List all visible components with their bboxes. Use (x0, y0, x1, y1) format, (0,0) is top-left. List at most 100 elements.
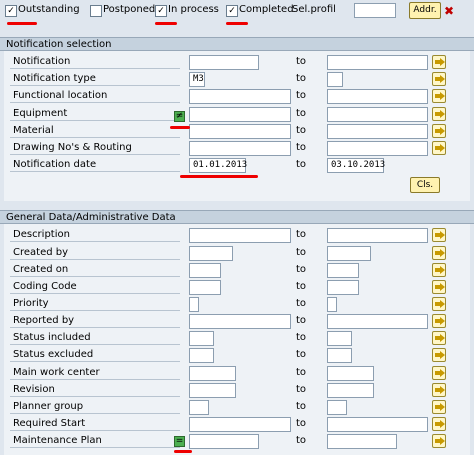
highlight-mark (180, 175, 258, 178)
to-label: to (296, 384, 307, 395)
drawing-no-s-routing-from-field[interactable] (189, 141, 291, 156)
multiple-selection-arrow-icon[interactable] (432, 417, 446, 431)
description-to-field[interactable] (327, 228, 428, 243)
gd-label-revision: Revision (10, 383, 180, 397)
ns-label-material: Material (10, 124, 180, 138)
multiple-selection-arrow-icon[interactable] (432, 280, 446, 294)
functional-location-to-field[interactable] (327, 89, 428, 104)
priority-to-field[interactable] (327, 297, 337, 312)
planner-group-from-field[interactable] (189, 400, 209, 415)
postponed-checkbox[interactable] (90, 5, 102, 17)
gd-label-main-work-center: Main work center (10, 366, 180, 380)
to-label: to (296, 56, 307, 67)
coding-code-from-field[interactable] (189, 280, 221, 295)
gd-label-maintenance-plan: Maintenance Plan (10, 434, 180, 448)
in-process-checkbox[interactable]: ✓ (155, 5, 167, 17)
section-title-notification-selection: Notification selection (0, 37, 474, 51)
created-by-from-field[interactable] (189, 246, 233, 261)
addr-button[interactable]: Addr. (409, 2, 441, 19)
multiple-selection-arrow-icon[interactable] (432, 89, 446, 103)
close-icon[interactable]: ✖ (444, 5, 454, 17)
reported-by-to-field[interactable] (327, 314, 428, 329)
drawing-no-s-routing-to-field[interactable] (327, 141, 428, 156)
equipment-from-field[interactable] (189, 107, 291, 122)
multiple-selection-arrow-icon[interactable] (432, 383, 446, 397)
required-start-to-field[interactable] (327, 417, 428, 432)
multiple-selection-arrow-icon[interactable] (432, 55, 446, 69)
material-from-field[interactable] (189, 124, 291, 139)
to-label: to (296, 332, 307, 343)
notification-date-from-field[interactable]: 01.01.2013 (189, 158, 247, 173)
notification-date-to-field[interactable]: 03.10.2013 (327, 158, 385, 173)
coding-code-to-field[interactable] (327, 280, 359, 295)
gd-label-reported-by: Reported by (10, 314, 180, 328)
priority-from-field[interactable] (189, 297, 199, 312)
to-label: to (296, 315, 307, 326)
status-included-from-field[interactable] (189, 331, 214, 346)
main-work-center-from-field[interactable] (189, 366, 236, 381)
selection-toolbar: ✓ Outstanding Postponed ✓ In process ✓ C… (0, 0, 474, 22)
multiple-selection-arrow-icon[interactable] (432, 141, 446, 155)
gd-label-required-start: Required Start (10, 417, 180, 431)
revision-from-field[interactable] (189, 383, 236, 398)
multiple-selection-arrow-icon[interactable] (432, 124, 446, 138)
multiple-selection-arrow-icon[interactable] (432, 297, 446, 311)
multiple-selection-arrow-icon[interactable] (432, 228, 446, 242)
notification-type-to-field[interactable] (327, 72, 343, 87)
gd-label-created-on: Created on (10, 263, 180, 277)
to-label: to (296, 264, 307, 275)
reported-by-from-field[interactable] (189, 314, 291, 329)
multiple-selection-icon[interactable]: = (174, 436, 185, 447)
to-label: to (296, 90, 307, 101)
to-label: to (296, 435, 307, 446)
multiple-selection-arrow-icon[interactable] (432, 434, 446, 448)
status-excluded-to-field[interactable] (327, 348, 352, 363)
to-label: to (296, 125, 307, 136)
functional-location-from-field[interactable] (189, 89, 291, 104)
to-label: to (296, 401, 307, 412)
multiple-selection-arrow-icon[interactable] (432, 331, 446, 345)
cls-button[interactable]: Cls. (410, 177, 440, 193)
required-start-from-field[interactable] (189, 417, 291, 432)
multiple-selection-arrow-icon[interactable] (432, 107, 446, 121)
to-label: to (296, 247, 307, 258)
revision-to-field[interactable] (327, 383, 374, 398)
main-work-center-to-field[interactable] (327, 366, 374, 381)
gd-label-status-included: Status included (10, 331, 180, 345)
created-on-from-field[interactable] (189, 263, 221, 278)
maintenance-plan-to-field[interactable] (327, 434, 397, 449)
material-to-field[interactable] (327, 124, 428, 139)
to-label: to (296, 281, 307, 292)
created-on-to-field[interactable] (327, 263, 359, 278)
status-included-to-field[interactable] (327, 331, 352, 346)
ns-label-functional-location: Functional location (10, 89, 180, 103)
planner-group-to-field[interactable] (327, 400, 347, 415)
multiple-selection-arrow-icon[interactable] (432, 314, 446, 328)
equipment-to-field[interactable] (327, 107, 428, 122)
created-by-to-field[interactable] (327, 246, 371, 261)
ns-label-notification: Notification (10, 55, 180, 69)
multiple-selection-arrow-icon[interactable] (432, 400, 446, 414)
multiple-selection-arrow-icon[interactable] (432, 246, 446, 260)
completed-checkbox[interactable]: ✓ (226, 5, 238, 17)
sel-profil-field[interactable] (354, 3, 396, 18)
outstanding-checkbox[interactable]: ✓ (5, 5, 17, 17)
description-from-field[interactable] (189, 228, 291, 243)
notification-type-from-field[interactable]: M3 (189, 72, 205, 87)
notification-from-field[interactable] (189, 55, 259, 70)
multiple-selection-arrow-icon[interactable] (432, 263, 446, 277)
to-label: to (296, 298, 307, 309)
multiple-selection-arrow-icon[interactable] (432, 366, 446, 380)
status-excluded-from-field[interactable] (189, 348, 214, 363)
maintenance-plan-from-field[interactable] (189, 434, 259, 449)
multiple-selection-arrow-icon[interactable] (432, 72, 446, 86)
multiple-selection-icon[interactable]: ≠ (174, 111, 185, 122)
gd-label-coding-code: Coding Code (10, 280, 180, 294)
to-label: to (296, 229, 307, 240)
to-label: to (296, 108, 307, 119)
notification-to-field[interactable] (327, 55, 428, 70)
section-title-general-data: General Data/Administrative Data (0, 210, 474, 224)
multiple-selection-arrow-icon[interactable] (432, 348, 446, 362)
gd-label-priority: Priority (10, 297, 180, 311)
highlight-mark (7, 22, 37, 25)
